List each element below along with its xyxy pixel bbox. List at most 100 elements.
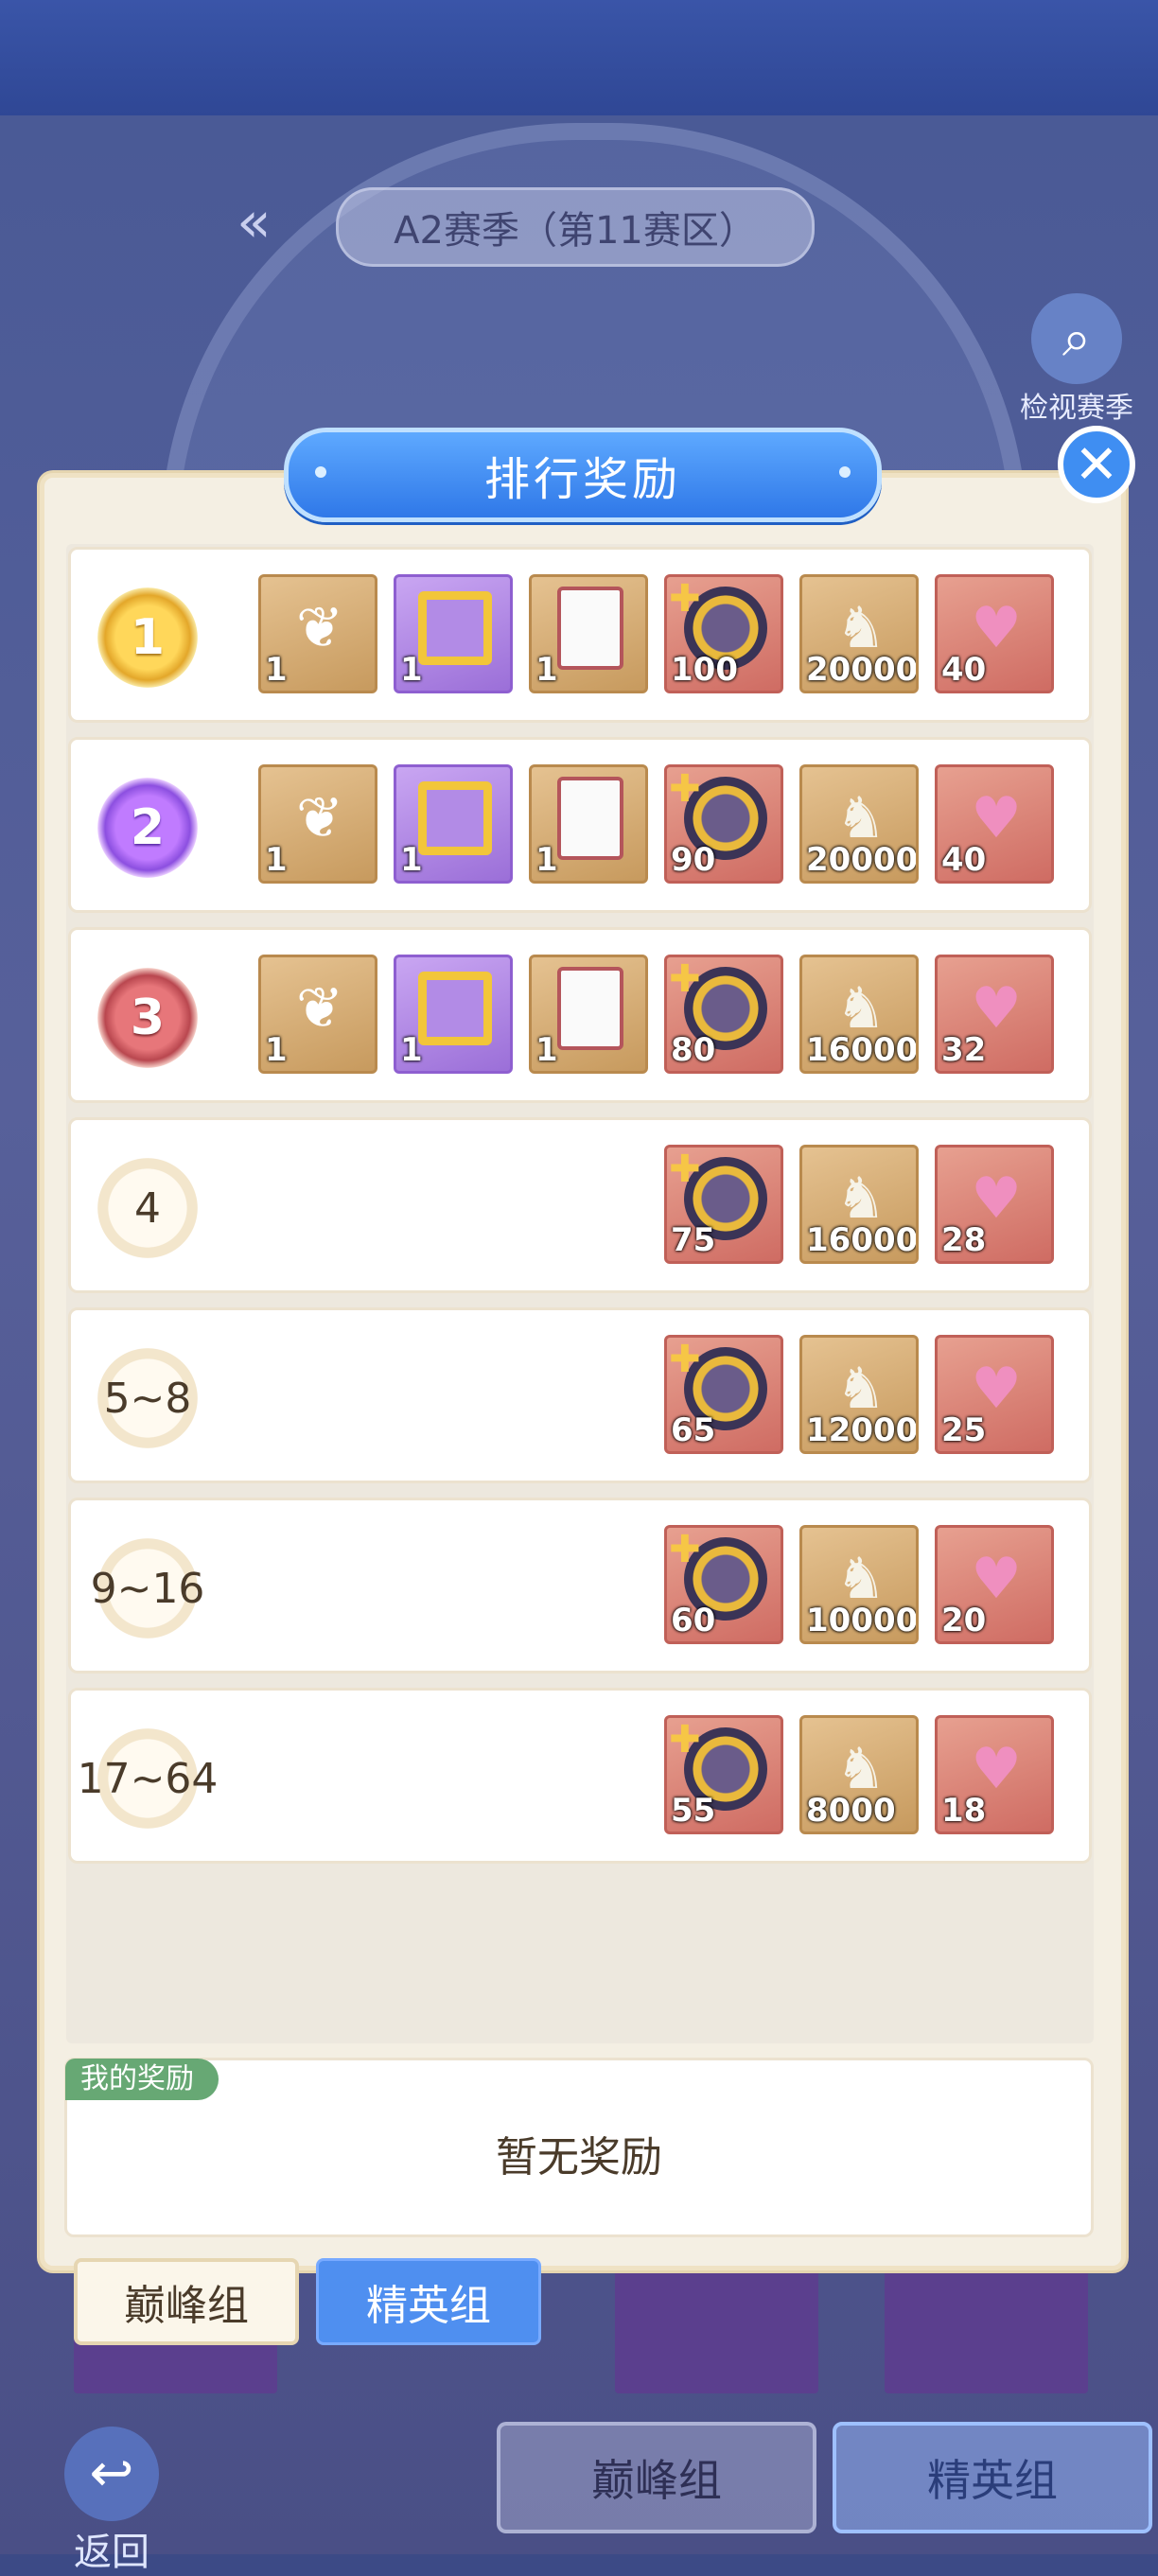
reward-item[interactable]: ♥ 25 [935,1335,1054,1454]
bottom-tab-peak[interactable]: 巅峰组 [497,2422,816,2533]
modal-title-banner: 排行奖励 [284,428,882,522]
item-quantity: 1 [400,841,423,879]
reward-item[interactable]: ❦ 1 [258,574,377,693]
item-quantity: 1 [265,651,288,689]
my-reward-text: 暂无奖励 [496,2133,662,2182]
item-quantity: 1 [535,651,558,689]
back-arrow-icon[interactable]: « [237,189,272,255]
rank-badge: 17~64 [78,1728,218,1829]
item-quantity: 1 [265,1031,288,1069]
rank-badge: 3 [97,968,198,1068]
item-quantity: 40 [941,841,987,879]
item-quantity: 55 [671,1792,716,1830]
reward-item[interactable]: 1 [529,764,648,884]
reward-item[interactable]: ♞ 8000 [799,1715,919,1834]
reward-item[interactable]: ✚ 75 [664,1145,783,1264]
reward-item[interactable]: ♥ 28 [935,1145,1054,1264]
wings-icon: ❦ [295,785,344,851]
group-tab-peak[interactable]: 巅峰组 [74,2258,299,2345]
frame-icon [410,777,500,860]
item-quantity: 16000 [806,1221,919,1259]
reward-item[interactable]: ♥ 20 [935,1525,1054,1644]
top-bar [0,0,1158,115]
reward-item[interactable]: ♥ 32 [935,955,1054,1074]
reward-item[interactable]: ♞ 16000 [799,955,919,1074]
view-season-label: 检视赛季 [1020,392,1133,425]
reward-item[interactable]: ✚ 60 [664,1525,783,1644]
view-season-button[interactable]: ⌕ 检视赛季 [1010,293,1143,425]
plus-icon: ✚ [669,577,701,621]
rank-badge: 5~8 [97,1348,198,1448]
reward-item[interactable]: ✚ 80 [664,955,783,1074]
item-quantity: 28 [941,1221,987,1259]
item-quantity: 32 [941,1031,987,1069]
rank-badge: 2 [97,778,198,878]
item-quantity: 90 [671,841,716,879]
reward-item[interactable]: 1 [394,764,513,884]
reward-item[interactable]: ❦ 1 [258,764,377,884]
frame-icon [410,587,500,670]
item-quantity: 1 [265,841,288,879]
reward-item[interactable]: ❦ 1 [258,955,377,1074]
search-icon: ⌕ [1031,293,1122,384]
reward-row: 4 ✚ 75 ♞ 16000 ♥ 28 [68,1117,1092,1293]
back-button[interactable]: ↩ 返回 [55,2427,168,2574]
reward-item[interactable]: ♥ 18 [935,1715,1054,1834]
plus-icon: ✚ [669,1528,701,1571]
item-quantity: 60 [671,1602,716,1639]
item-quantity: 1 [400,1031,423,1069]
reward-row: 9~16 ✚ 60 ♞ 10000 ♥ 20 [68,1498,1092,1674]
reward-item[interactable]: ♥ 40 [935,574,1054,693]
close-button[interactable]: ✕ [1058,426,1135,503]
rank-badge: 4 [97,1158,198,1258]
reward-item[interactable]: 1 [529,574,648,693]
reward-item[interactable]: 1 [394,955,513,1074]
item-quantity: 16000 [806,1031,919,1069]
wings-icon: ❦ [295,595,344,661]
my-reward-tag: 我的奖励 [65,2059,219,2100]
item-quantity: 20000 [806,841,919,879]
bottom-tab-elite[interactable]: 精英组 [833,2422,1152,2533]
reward-item[interactable]: ♞ 20000 [799,574,919,693]
rank-badge: 9~16 [91,1538,204,1638]
scroll-icon [545,587,636,670]
reward-item[interactable]: ✚ 90 [664,764,783,884]
reward-row: 1 ❦ 1 1 1 ✚ 100 ♞ 20000 ♥ 40 [68,547,1092,723]
reward-item[interactable]: 1 [394,574,513,693]
reward-row: 5~8 ✚ 65 ♞ 12000 ♥ 25 [68,1307,1092,1483]
back-label: 返回 [74,2531,149,2574]
reward-item[interactable]: ♞ 20000 [799,764,919,884]
item-quantity: 40 [941,651,987,689]
reward-item[interactable]: ✚ 55 [664,1715,783,1834]
item-quantity: 20 [941,1602,987,1639]
my-reward-panel: 我的奖励 暂无奖励 [64,2058,1094,2237]
modal-title: 排行奖励 [483,453,681,506]
background-card [885,2252,1088,2393]
item-quantity: 25 [941,1411,987,1449]
season-title: A2赛季（第11赛区） [336,187,815,267]
reward-item[interactable]: ✚ 65 [664,1335,783,1454]
reward-item[interactable]: 1 [529,955,648,1074]
reward-row: 2 ❦ 1 1 1 ✚ 90 ♞ 20000 ♥ 40 [68,737,1092,913]
background-card [615,2252,818,2393]
item-quantity: 8000 [806,1792,896,1830]
reward-row: 17~64 ✚ 55 ♞ 8000 ♥ 18 [68,1688,1092,1864]
item-quantity: 1 [535,841,558,879]
reward-item[interactable]: ♥ 40 [935,764,1054,884]
item-quantity: 75 [671,1221,716,1259]
reward-item[interactable]: ♞ 12000 [799,1335,919,1454]
reward-row: 3 ❦ 1 1 1 ✚ 80 ♞ 16000 ♥ 32 [68,927,1092,1103]
item-quantity: 65 [671,1411,716,1449]
scroll-icon [545,777,636,860]
banner-dot [315,466,326,478]
item-quantity: 100 [671,651,738,689]
plus-icon: ✚ [669,1718,701,1761]
item-quantity: 1 [400,651,423,689]
reward-item[interactable]: ✚ 100 [664,574,783,693]
item-quantity: 18 [941,1792,987,1830]
group-tab-elite[interactable]: 精英组 [316,2258,541,2345]
reward-item[interactable]: ♞ 10000 [799,1525,919,1644]
item-quantity: 1 [535,1031,558,1069]
item-quantity: 20000 [806,651,919,689]
reward-item[interactable]: ♞ 16000 [799,1145,919,1264]
